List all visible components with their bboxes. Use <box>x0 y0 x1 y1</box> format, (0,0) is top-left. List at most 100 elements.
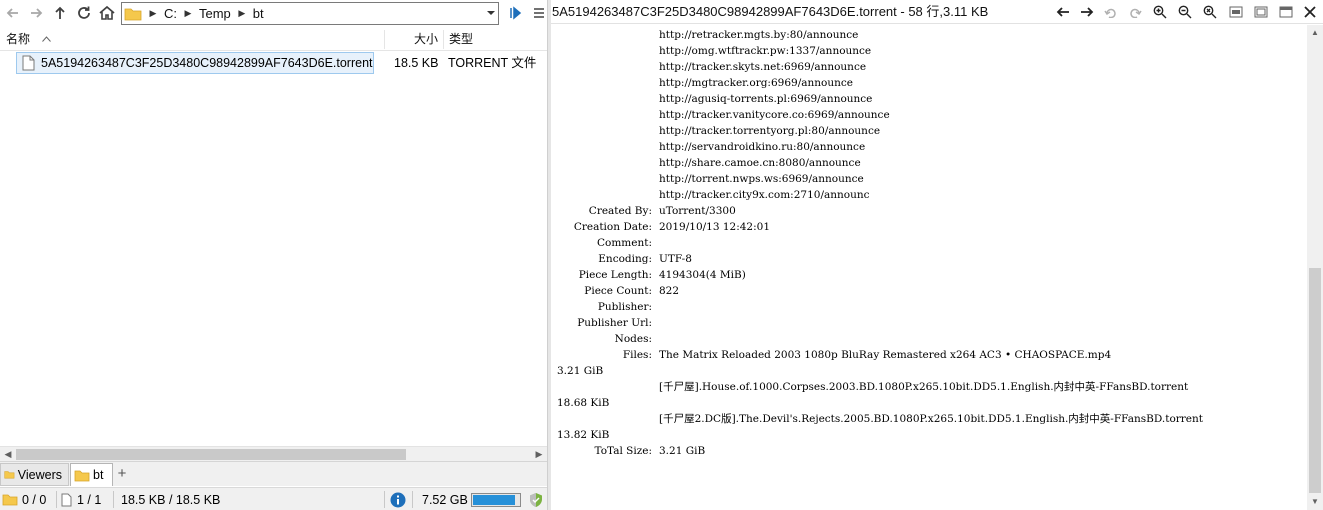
up-button[interactable] <box>49 3 71 23</box>
viewer-title: 5A5194263487C3F25D3480C98942899AF7643D6E… <box>552 4 989 19</box>
field-key: Creation Date: <box>573 221 652 233</box>
tab-viewers[interactable]: Viewers <box>0 463 69 486</box>
address-bar[interactable]: ▶ C: ▶ Temp ▶ bt <box>121 2 499 25</box>
breadcrumb-item-temp[interactable]: Temp <box>197 6 233 21</box>
zoom-reset-icon <box>1203 5 1217 19</box>
text-viewer[interactable]: http://retracker.mgts.by:80/announce http… <box>551 25 1307 510</box>
column-type[interactable]: 类型 <box>449 28 473 51</box>
back-button[interactable] <box>2 3 24 23</box>
free-space: 7.52 GB <box>422 492 468 507</box>
scroll-right-icon[interactable]: ▶ <box>531 447 547 462</box>
column-size[interactable]: 大小 <box>414 28 438 51</box>
close-button[interactable] <box>1301 3 1319 21</box>
field-value: http://retracker.mgts.by:80/announce <box>659 29 859 41</box>
field-key: Files: <box>622 349 652 361</box>
file-size-value: 3.21 GiB <box>557 365 604 377</box>
next-button[interactable] <box>1078 3 1096 21</box>
zoom-out-button[interactable] <box>1176 3 1194 21</box>
chevron-down-icon[interactable] <box>486 8 496 18</box>
zoom-in-icon <box>1153 5 1167 19</box>
zoom-out-icon <box>1178 5 1192 19</box>
viewer-pane: 5A5194263487C3F25D3480C98942899AF7643D6E… <box>551 0 1323 510</box>
fit-width-icon <box>1229 6 1243 18</box>
breadcrumb: ▶ C: ▶ Temp ▶ bt <box>144 6 266 21</box>
vertical-scrollbar[interactable]: ▲ ▼ <box>1307 25 1323 510</box>
tab-bt[interactable]: bt <box>70 463 113 486</box>
field-value: [千尸屋2.DC版].The.Devil's.Rejects.2005.BD.1… <box>659 413 1203 425</box>
file-icon <box>61 493 72 506</box>
divider <box>412 491 413 508</box>
arrow-left-icon <box>6 8 18 18</box>
file-name: 5A5194263487C3F25D3480C98942899AF7643D6E… <box>41 56 373 70</box>
chevron-right-icon: ▶ <box>184 8 192 18</box>
refresh-icon <box>78 6 90 19</box>
field-value: http://servandroidkino.ru:80/announce <box>659 141 866 153</box>
field-value: 2019/10/13 12:42:01 <box>659 221 771 233</box>
scroll-left-icon[interactable]: ◀ <box>0 447 16 462</box>
zoom-in-button[interactable] <box>1151 3 1169 21</box>
play-toggle-button[interactable] <box>506 3 528 23</box>
arrow-right-icon <box>31 8 43 18</box>
breadcrumb-item-bt[interactable]: bt <box>251 6 266 21</box>
menu-icon <box>534 8 544 18</box>
column-divider[interactable] <box>443 30 444 49</box>
chevron-right-icon: ▶ <box>149 8 157 18</box>
list-item[interactable]: 5A5194263487C3F25D3480C98942899AF7643D6E… <box>16 52 546 74</box>
field-key: ToTal Size: <box>594 445 653 457</box>
undo-button[interactable] <box>1102 3 1120 21</box>
scroll-down-icon[interactable]: ▼ <box>1307 494 1323 510</box>
arrow-up-icon <box>55 6 65 19</box>
maximize-button[interactable] <box>1277 3 1295 21</box>
field-value: http://torrent.nwps.ws:6969/announce <box>659 173 864 185</box>
horizontal-scrollbar[interactable]: ◀ ▶ <box>0 446 547 461</box>
breadcrumb-item-drive[interactable]: C: <box>162 6 179 21</box>
undo-icon <box>1104 8 1116 18</box>
scrollbar-thumb[interactable] <box>1309 268 1321 493</box>
file-name-cell[interactable]: 5A5194263487C3F25D3480C98942899AF7643D6E… <box>16 52 374 74</box>
column-name[interactable]: 名称 <box>6 28 30 51</box>
fit-page-icon <box>1254 6 1268 18</box>
divider <box>56 491 57 508</box>
status-size: 18.5 KB / 18.5 KB <box>121 492 221 507</box>
tab-label: Viewers <box>17 467 62 482</box>
zoom-reset-button[interactable] <box>1201 3 1219 21</box>
chevron-right-icon: ▶ <box>238 8 246 18</box>
scroll-up-icon[interactable]: ▲ <box>1307 25 1323 41</box>
tab-label: bt <box>93 468 104 482</box>
info-icon[interactable] <box>390 488 406 510</box>
arrow-right-icon <box>1081 7 1094 17</box>
forward-button[interactable] <box>25 3 47 23</box>
fit-page-button[interactable] <box>1252 3 1270 21</box>
home-button[interactable] <box>96 3 118 23</box>
window-icon <box>1279 6 1293 18</box>
field-key: Piece Count: <box>584 285 652 297</box>
field-key: Piece Length: <box>578 269 652 281</box>
redo-button[interactable] <box>1126 3 1144 21</box>
divider <box>113 491 114 508</box>
field-key: Encoding: <box>598 253 652 265</box>
field-key: Nodes: <box>614 333 652 345</box>
field-value: http://share.camoe.cn:8080/announce <box>659 157 861 169</box>
folder-icon <box>74 470 90 481</box>
column-divider[interactable] <box>384 30 385 49</box>
refresh-button[interactable] <box>73 3 95 23</box>
selected-folders-count: 0 / 0 <box>22 492 47 507</box>
free-space-bar <box>471 493 521 507</box>
add-tab-button[interactable]: + <box>115 465 129 483</box>
file-size-value: 13.82 KiB <box>557 429 610 441</box>
scrollbar-thumb[interactable] <box>16 449 406 460</box>
field-value: uTorrent/3300 <box>659 205 736 217</box>
fit-width-button[interactable] <box>1227 3 1245 21</box>
prev-button[interactable] <box>1054 3 1072 21</box>
file-size-value: 18.68 KiB <box>557 397 610 409</box>
field-value: 3.21 GiB <box>659 445 706 457</box>
selected-files-count: 1 / 1 <box>77 492 102 507</box>
folder-icon <box>2 494 18 506</box>
field-key: Publisher Url: <box>577 317 652 329</box>
status-folders: 0 / 0 <box>2 488 46 510</box>
shield-icon[interactable] <box>528 488 544 510</box>
folder-icon <box>4 471 15 479</box>
column-header: 名称 大小 类型 <box>0 28 547 51</box>
field-value: http://agusiq-torrents.pl:6969/announce <box>659 93 873 105</box>
file-type: TORRENT 文件 <box>448 56 537 70</box>
